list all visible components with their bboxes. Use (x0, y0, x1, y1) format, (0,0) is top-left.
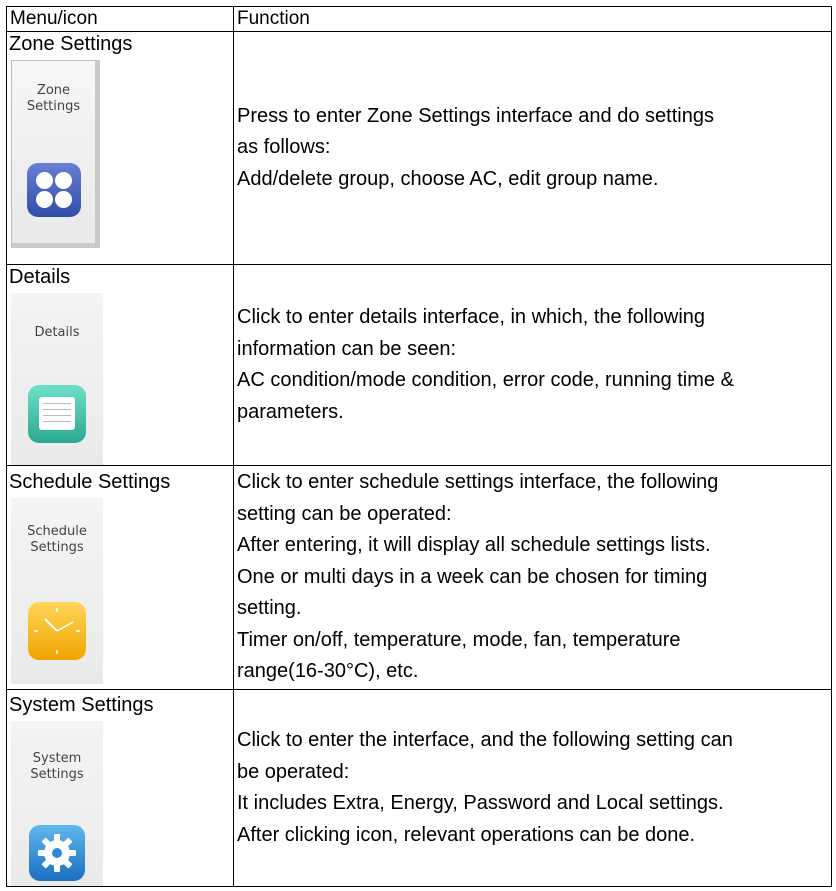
function-line: One or multi days in a week can be chose… (237, 565, 708, 588)
function-line: AC condition/mode condition, error code,… (237, 369, 734, 391)
header-function: Function (233, 6, 832, 32)
function-line: Add/delete group, choose AC, edit group … (237, 167, 659, 190)
function-line: After clicking icon, relevant operations… (237, 823, 696, 846)
menu-cell: Zone Settings Zone Settings (6, 31, 234, 265)
zone-settings-thumbnail[interactable]: Zone Settings (11, 60, 100, 248)
function-line: Press to enter Zone Settings interface a… (237, 104, 714, 127)
function-line: Click to enter the interface, and the fo… (237, 729, 733, 751)
menu-cell: System Settings System Settings (6, 689, 234, 887)
header-menu-icon: Menu/icon (6, 6, 234, 32)
system-settings-thumbnail[interactable]: System Settings (11, 721, 103, 886)
function-line: Click to enter details interface, in whi… (237, 306, 706, 328)
function-line: as follows: (237, 136, 331, 159)
details-thumbnail[interactable]: Details (11, 293, 103, 465)
function-line: Timer on/off, temperature, mode, fan, te… (237, 628, 681, 651)
function-line: Click to enter schedule settings interfa… (237, 471, 719, 494)
menu-name: Schedule Settings (9, 471, 171, 493)
header-row: Menu/icon Function (6, 6, 832, 32)
table-row: Details Details Click to enter details i… (6, 264, 832, 466)
function-line: After entering, it will display all sche… (237, 534, 711, 557)
menu-name: Details (9, 266, 71, 288)
zone-grid-icon (26, 163, 81, 217)
thumb-label: Zone (36, 83, 71, 98)
thumb-label: Schedule (27, 524, 87, 539)
function-line: information can be seen: (237, 337, 457, 360)
function-cell: Click to enter details interface, in whi… (233, 264, 832, 466)
thumb-label: Settings (30, 767, 84, 782)
thumb-label: Settings (26, 99, 81, 114)
table-row: Schedule Settings Schedule Settings Clic… (6, 465, 832, 690)
function-cell: Click to enter the interface, and the fo… (233, 689, 832, 887)
function-line: setting can be operated: (237, 502, 452, 525)
schedule-settings-thumbnail[interactable]: Schedule Settings (11, 498, 103, 684)
table-row: Zone Settings Zone Settings Press to ent… (6, 31, 832, 265)
thumb-label: Settings (30, 540, 84, 555)
function-cell: Click to enter schedule settings interfa… (233, 465, 832, 690)
function-line: be operated: (237, 760, 350, 783)
clock-icon (28, 602, 86, 660)
menu-name: Zone Settings (9, 33, 133, 55)
thumb-label: Details (34, 325, 80, 340)
gear-icon (29, 825, 85, 881)
menu-name: System Settings (9, 694, 154, 716)
table-row: System Settings System Settings Click to… (6, 689, 832, 887)
function-cell: Press to enter Zone Settings interface a… (233, 31, 832, 265)
menu-cell: Schedule Settings Schedule Settings (6, 465, 234, 690)
notepad-icon (28, 385, 86, 443)
function-line: It includes Extra, Energy, Password and … (237, 792, 724, 814)
function-table: Menu/icon Function Zone Settings Zone Se… (6, 6, 832, 887)
menu-cell: Details Details (6, 264, 234, 466)
thumb-label: System (32, 751, 82, 766)
function-line: parameters. (237, 400, 344, 423)
function-line: range(16-30°C), etc. (237, 660, 419, 683)
function-line: setting. (237, 597, 302, 620)
